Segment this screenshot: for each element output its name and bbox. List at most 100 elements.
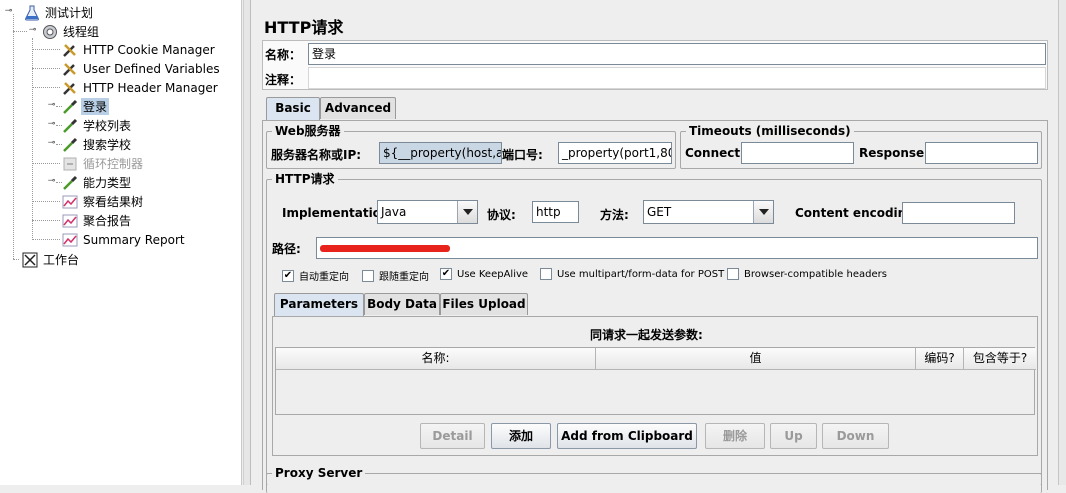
name-label: 名称： xyxy=(265,48,302,62)
delete-button[interactable]: 删除 xyxy=(705,423,765,449)
comment-field[interactable] xyxy=(308,67,1046,89)
expand-toggle-icon[interactable]: ⊸ xyxy=(47,101,56,110)
name-field[interactable]: 登录 xyxy=(308,43,1046,65)
tree-guide-line xyxy=(13,259,19,260)
response-timeout-field[interactable] xyxy=(925,142,1038,164)
tree-node-school-list[interactable]: 学校列表 xyxy=(62,116,133,135)
detail-button[interactable]: Detail xyxy=(420,423,485,449)
tree-guide-line xyxy=(32,49,60,50)
column-header-name[interactable]: 名称: xyxy=(276,348,596,370)
tab-parameters[interactable]: Parameters xyxy=(274,293,364,317)
tab-advanced[interactable]: Advanced xyxy=(320,97,396,119)
workbench-icon xyxy=(22,252,38,267)
web-server-title: Web服务器 xyxy=(272,124,344,138)
connect-label: Connect: xyxy=(685,146,745,160)
listener-chart-icon xyxy=(62,195,78,208)
vertical-scrollbar[interactable] xyxy=(1058,0,1066,485)
parameters-table[interactable]: 名称: 值 编码? 包含等于? xyxy=(275,347,1036,415)
gear-icon xyxy=(43,24,57,39)
listener-chart-icon xyxy=(62,214,78,227)
column-header-value[interactable]: 值 xyxy=(596,348,916,370)
protocol-field[interactable]: http xyxy=(532,201,579,223)
checkbox-checked-icon: ✔ xyxy=(282,269,294,282)
tree-node-login[interactable]: 登录 xyxy=(62,97,110,116)
down-button[interactable]: Down xyxy=(822,423,889,449)
http-request-group-title: HTTP请求 xyxy=(272,172,338,186)
protocol-label: 协议: xyxy=(487,208,516,222)
tree-node-summary-report[interactable]: Summary Report xyxy=(62,230,187,249)
expand-toggle-icon[interactable]: ⊸ xyxy=(47,120,56,129)
tree-guide-line xyxy=(32,163,60,164)
tree-node-thread-group[interactable]: 线程组 xyxy=(42,22,101,41)
column-header-include-equals[interactable]: 包含等于? xyxy=(964,348,1036,370)
sampler-pipette-icon xyxy=(63,99,78,114)
up-button[interactable]: Up xyxy=(770,423,817,449)
wrench-icon xyxy=(63,62,76,76)
method-label: 方法: xyxy=(600,208,629,222)
path-field[interactable] xyxy=(316,237,1038,259)
tree-node-search-school[interactable]: 搜索学校 xyxy=(62,135,133,154)
port-field[interactable]: _property(port1,80,)} xyxy=(558,142,672,164)
listener-chart-icon xyxy=(62,233,78,246)
tree-node-test-plan[interactable]: 测试计划 xyxy=(24,3,95,22)
tree-guide-line xyxy=(32,87,60,88)
port-label: 端口号: xyxy=(502,148,543,162)
tree-node-aggregate-report[interactable]: 聚合报告 xyxy=(62,211,133,230)
checkbox-unchecked-icon xyxy=(727,268,739,280)
response-label: Response: xyxy=(859,146,929,160)
add-button[interactable]: 添加 xyxy=(491,423,551,449)
tree-node-header-manager[interactable]: HTTP Header Manager xyxy=(62,78,220,97)
collapse-toggle-icon[interactable]: ⊸ xyxy=(28,26,37,35)
tree-guide-line xyxy=(32,68,60,69)
timeouts-title: Timeouts (milliseconds) xyxy=(686,124,854,138)
path-label: 路径: xyxy=(272,242,301,256)
proxy-server-group xyxy=(266,473,1042,493)
implementation-select[interactable]: Java xyxy=(377,200,478,224)
tree-guide-line xyxy=(32,220,60,221)
keepalive-checkbox[interactable]: ✔ Use KeepAlive xyxy=(440,268,528,280)
loop-controller-icon xyxy=(63,157,77,170)
comment-label: 注释： xyxy=(265,73,302,87)
tree-guide-line xyxy=(13,14,14,259)
tab-files-upload[interactable]: Files Upload xyxy=(440,293,528,315)
proxy-server-title: Proxy Server xyxy=(272,466,366,480)
connect-timeout-field[interactable] xyxy=(741,142,854,164)
content-encoding-field[interactable] xyxy=(902,202,1015,224)
auto-redirect-checkbox[interactable]: ✔ 自动重定向 xyxy=(282,268,349,283)
wrench-icon xyxy=(63,43,76,57)
multipart-checkbox[interactable]: Use multipart/form-data for POST xyxy=(540,268,724,280)
sampler-pipette-icon xyxy=(63,175,78,190)
tab-basic[interactable]: Basic xyxy=(266,97,320,121)
tree-node-workbench[interactable]: 工作台 xyxy=(22,250,81,269)
content-encoding-label: Content encoding: xyxy=(795,206,920,220)
parameters-caption: 同请求一起发送参数: xyxy=(590,328,703,342)
tree-guide-line xyxy=(32,201,60,202)
column-header-encode[interactable]: 编码? xyxy=(916,348,964,370)
tree-node-user-defined-variables[interactable]: User Defined Variables xyxy=(62,59,222,78)
tree-node-loop-controller[interactable]: 循环控制器 xyxy=(62,154,145,173)
collapse-toggle-icon[interactable]: ⊸ xyxy=(4,7,13,16)
chevron-down-icon[interactable] xyxy=(753,201,773,223)
http-request-panel: HTTP请求 名称： 登录 注释： Basic Advanced Web服务器 … xyxy=(252,0,1058,493)
expand-toggle-icon[interactable]: ⊸ xyxy=(47,177,56,186)
sampler-pipette-icon xyxy=(63,118,78,133)
sampler-pipette-icon xyxy=(63,137,78,152)
method-select[interactable]: GET xyxy=(643,200,774,224)
checkbox-checked-icon: ✔ xyxy=(440,268,452,280)
tree-node-cookie-manager[interactable]: HTTP Cookie Manager xyxy=(62,40,217,59)
server-name-label: 服务器名称或IP: xyxy=(271,148,362,162)
expand-toggle-icon[interactable]: ⊸ xyxy=(47,139,56,148)
tree-node-ability-type[interactable]: 能力类型 xyxy=(62,173,133,192)
server-name-field[interactable]: ${__property(host,api. xyxy=(379,142,502,164)
tree-node-view-results-tree[interactable]: 察看结果树 xyxy=(62,192,145,211)
page-title: HTTP请求 xyxy=(264,18,344,37)
checkbox-unchecked-icon xyxy=(362,269,374,282)
test-plan-icon xyxy=(25,5,39,20)
add-from-clipboard-button[interactable]: Add from Clipboard xyxy=(557,423,697,449)
test-plan-tree[interactable]: ⊸ ⊸ ⊸ ⊸ ⊸ ⊸ 测试计划 线程组 HTTP Cookie Manager… xyxy=(0,0,242,485)
browser-headers-checkbox[interactable]: Browser-compatible headers xyxy=(727,268,887,280)
pane-splitter[interactable] xyxy=(243,0,251,485)
follow-redirect-checkbox[interactable]: 跟随重定向 xyxy=(362,268,429,283)
chevron-down-icon[interactable] xyxy=(457,201,477,223)
tab-body-data[interactable]: Body Data xyxy=(364,293,440,315)
